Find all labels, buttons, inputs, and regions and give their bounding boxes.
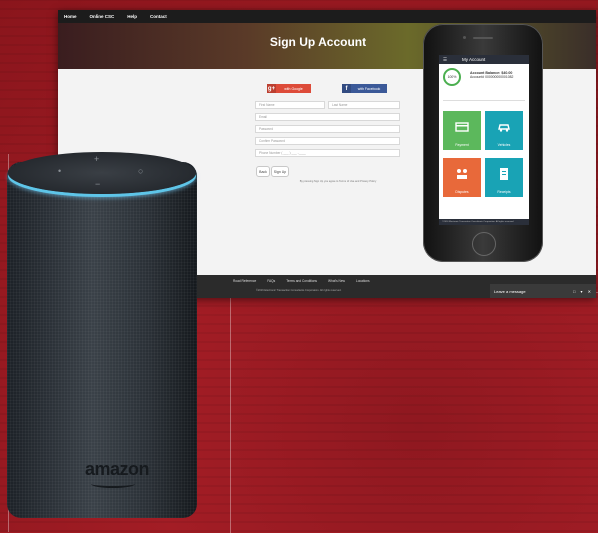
disputes-tile[interactable]: Disputes xyxy=(443,158,481,197)
speaker-plus-icon: + xyxy=(94,154,100,164)
receipts-tile[interactable]: Receipts xyxy=(485,158,523,197)
app-footer: ©2016 Electronic Transaction Consultants… xyxy=(439,219,529,225)
smart-speaker: + − • ○ amazon xyxy=(7,152,197,518)
nav-home[interactable]: Home xyxy=(64,14,77,19)
divider xyxy=(443,100,525,101)
back-button[interactable]: Back xyxy=(256,166,270,177)
page-title: Sign Up Account xyxy=(269,35,367,49)
account-number: Account# 000000000001082 xyxy=(470,75,514,80)
email-field[interactable]: Email xyxy=(255,113,400,121)
footer-link-locations[interactable]: Locations xyxy=(356,279,370,283)
payment-icon xyxy=(455,122,469,132)
footer-copyright: ©2016 Electronic Transaction Consultants… xyxy=(256,289,342,292)
speaker-minus-icon: − xyxy=(95,179,101,189)
amazon-smile-icon xyxy=(91,480,135,488)
vehicles-label: Vehicles xyxy=(497,143,511,147)
balance-details: Account Balance: $40.00 Account# 0000000… xyxy=(470,71,513,79)
confirm-password-field[interactable]: Confirm Password xyxy=(255,137,400,145)
mobile-app-screen: ☰ My Account 100% Account Balance: $40.0… xyxy=(439,55,529,225)
nav-online-csc[interactable]: Online CSC xyxy=(90,14,115,19)
smartphone: ☰ My Account 100% Account Balance: $40.0… xyxy=(423,24,543,262)
phone-camera xyxy=(463,36,466,39)
balance-ring: 100% xyxy=(443,68,461,86)
facebook-icon: f xyxy=(342,84,351,93)
payment-label: Payment xyxy=(455,143,469,147)
vehicles-tile[interactable]: Vehicles xyxy=(485,111,523,150)
speaker-top: + − • ○ xyxy=(8,152,196,194)
footer-link-whats-new[interactable]: What's New xyxy=(328,279,345,283)
google-button-label: with Google xyxy=(284,86,303,91)
password-field[interactable]: Password xyxy=(255,125,400,133)
last-name-field[interactable]: Last Name xyxy=(328,101,400,109)
chat-window-controls[interactable]: □ ▾ ✕ xyxy=(573,289,593,294)
nav-contact[interactable]: Contact xyxy=(150,14,167,19)
phone-home-button xyxy=(472,232,496,256)
receipts-label: Receipts xyxy=(497,190,511,194)
payment-tile[interactable]: Payment xyxy=(443,111,481,150)
facebook-signup-button[interactable]: f with Facebook xyxy=(342,84,387,93)
google-signup-button[interactable]: g+ with Google xyxy=(267,84,311,93)
phone-speaker xyxy=(473,37,493,39)
receipt-icon xyxy=(500,168,508,180)
terms-text: By pressing Sign Up you agree to Terms o… xyxy=(299,180,377,183)
app-title: My Account xyxy=(462,57,486,62)
car-icon xyxy=(498,124,510,132)
hamburger-menu-icon[interactable]: ☰ xyxy=(443,57,447,63)
app-header: ☰ My Account xyxy=(439,55,529,64)
nav-help[interactable]: Help xyxy=(127,14,137,19)
disputes-icon xyxy=(457,169,467,179)
amazon-logo: amazon xyxy=(85,459,150,479)
footer-link-faqs[interactable]: FAQs xyxy=(267,279,275,283)
speaker-dot-icon: • xyxy=(58,166,62,176)
frame-outline xyxy=(230,292,598,533)
top-nav: Home Online CSC Help Contact xyxy=(58,10,596,23)
signup-button[interactable]: Sign Up xyxy=(271,166,289,177)
first-name-field[interactable]: First Name xyxy=(255,101,325,109)
leave-message-widget[interactable]: Leave a message □ ▾ ✕ xyxy=(490,284,596,298)
google-plus-icon: g+ xyxy=(267,84,276,93)
facebook-button-label: with Facebook xyxy=(357,86,381,91)
footer-link-terms[interactable]: Terms and Conditions xyxy=(286,279,317,283)
phone-field[interactable]: Phone Number ( ___ ) ___ -____ xyxy=(255,149,400,157)
leave-message-label: Leave a message xyxy=(494,288,526,294)
disputes-label: Disputes xyxy=(455,190,469,194)
footer-link-road-reference[interactable]: Road Reference xyxy=(233,279,256,283)
speaker-action-icon: ○ xyxy=(138,166,144,176)
